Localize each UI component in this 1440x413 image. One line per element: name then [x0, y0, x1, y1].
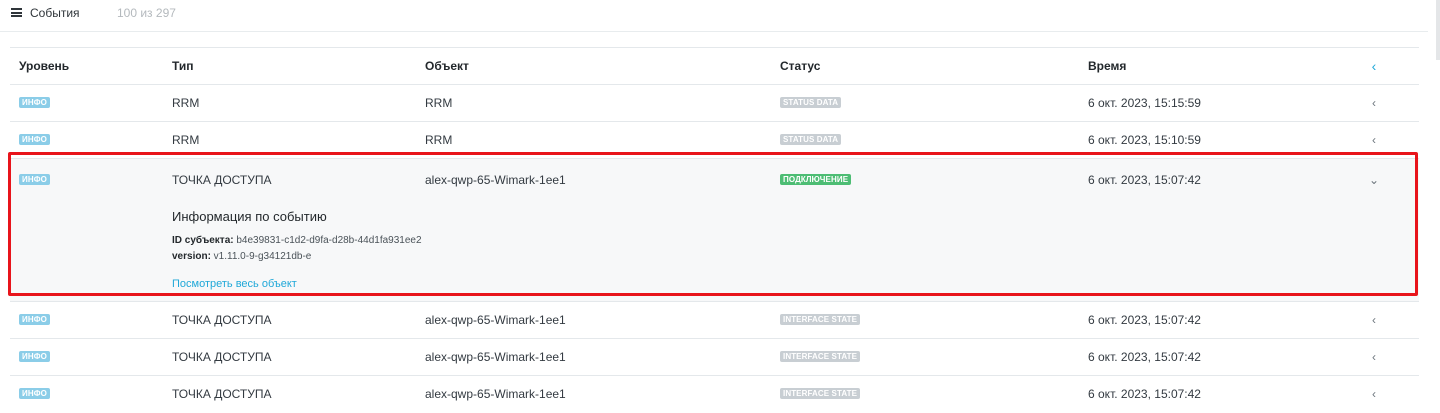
table-row[interactable]: ИНФО RRM RRM STATUS DATA 6 окт. 2023, 15… [10, 84, 1419, 121]
expanded-table-row[interactable]: ИНФО ТОЧКА ДОСТУПА alex-qwp-65-Wimark-1e… [10, 158, 1419, 301]
level-badge: ИНФО [19, 134, 50, 146]
event-object: alex-qwp-65-Wimark-1ee1 [425, 387, 566, 401]
chevron-left-icon[interactable]: ‹ [1368, 376, 1380, 413]
events-count: 100 из 297 [117, 6, 176, 20]
event-time: 6 окт. 2023, 15:07:42 [1088, 387, 1201, 401]
column-header-object[interactable]: Объект [425, 48, 469, 85]
event-type: RRM [172, 133, 200, 147]
status-badge: INTERFACE STATE [780, 314, 861, 326]
chevron-left-icon[interactable]: ‹ [1368, 85, 1380, 122]
subject-id-value: b4e39831-c1d2-d9fa-d28b-44d1fa931ee2 [233, 235, 422, 246]
header-divider [0, 31, 1428, 32]
level-badge: ИНФО [19, 97, 50, 109]
event-details-title: Информация по событию [172, 209, 327, 224]
version-label: version: [172, 251, 211, 262]
event-object: alex-qwp-65-Wimark-1ee1 [425, 350, 566, 364]
scrollbar[interactable] [1436, 0, 1440, 60]
page-title: События [30, 6, 80, 20]
table-row[interactable]: ИНФО ТОЧКА ДОСТУПА alex-qwp-65-Wimark-1e… [10, 375, 1419, 412]
event-type: ТОЧКА ДОСТУПА [172, 387, 272, 401]
table-header: Уровень Тип Объект Статус Время ‹ [10, 47, 1419, 84]
subject-id-line: ID субъекта: b4e39831-c1d2-d9fa-d28b-44d… [172, 233, 422, 249]
event-time: 6 окт. 2023, 15:07:42 [1088, 313, 1201, 327]
version-line: version: v1.11.0-9-g34121db-e [172, 249, 422, 265]
version-value: v1.11.0-9-g34121db-e [210, 251, 312, 262]
event-type: RRM [172, 96, 200, 110]
status-badge: INTERFACE STATE [780, 388, 861, 400]
chevron-left-icon[interactable]: ‹ [1368, 122, 1380, 159]
chevron-left-icon[interactable]: ‹ [1368, 339, 1380, 376]
level-badge: ИНФО [19, 314, 50, 326]
events-table: Уровень Тип Объект Статус Время ‹ ИНФО R… [10, 47, 1419, 412]
status-badge: ПОДКЛЮЧЕНИЕ [780, 174, 852, 186]
event-object: RRM [425, 96, 453, 110]
table-row[interactable]: ИНФО RRM RRM STATUS DATA 6 окт. 2023, 15… [10, 121, 1419, 158]
level-badge: ИНФО [19, 388, 50, 400]
column-header-status[interactable]: Статус [780, 48, 820, 85]
event-type: ТОЧКА ДОСТУПА [172, 350, 272, 364]
status-badge: STATUS DATA [780, 97, 842, 109]
table-row[interactable]: ИНФО ТОЧКА ДОСТУПА alex-qwp-65-Wimark-1e… [10, 338, 1419, 375]
subject-id-label: ID субъекта: [172, 235, 234, 246]
level-badge: ИНФО [19, 174, 50, 186]
event-time: 6 окт. 2023, 15:15:59 [1088, 96, 1201, 110]
menu-icon[interactable] [11, 8, 22, 17]
status-badge: STATUS DATA [780, 134, 842, 146]
event-object: alex-qwp-65-Wimark-1ee1 [425, 313, 566, 327]
chevron-left-icon[interactable]: ‹ [1368, 302, 1380, 339]
column-header-level[interactable]: Уровень [19, 48, 69, 85]
chevron-left-icon[interactable]: ‹ [1368, 48, 1380, 85]
level-badge: ИНФО [19, 351, 50, 363]
view-full-object-link[interactable]: Посмотреть весь объект [172, 278, 297, 290]
event-details: Информация по событию ID субъекта: b4e39… [172, 209, 422, 292]
event-time: 6 окт. 2023, 15:07:42 [1088, 350, 1201, 364]
event-time: 6 окт. 2023, 15:07:42 [1088, 173, 1201, 187]
event-object: alex-qwp-65-Wimark-1ee1 [425, 173, 566, 187]
event-time: 6 окт. 2023, 15:10:59 [1088, 133, 1201, 147]
event-type: ТОЧКА ДОСТУПА [172, 313, 272, 327]
column-header-time[interactable]: Время [1088, 48, 1126, 85]
table-row[interactable]: ИНФО ТОЧКА ДОСТУПА alex-qwp-65-Wimark-1e… [10, 301, 1419, 338]
status-badge: INTERFACE STATE [780, 351, 861, 363]
events-header: События 100 из 297 [0, 0, 1440, 28]
event-object: RRM [425, 133, 453, 147]
column-header-type[interactable]: Тип [172, 48, 194, 85]
event-type: ТОЧКА ДОСТУПА [172, 173, 272, 187]
chevron-down-icon[interactable]: ⌄ [1368, 162, 1380, 199]
